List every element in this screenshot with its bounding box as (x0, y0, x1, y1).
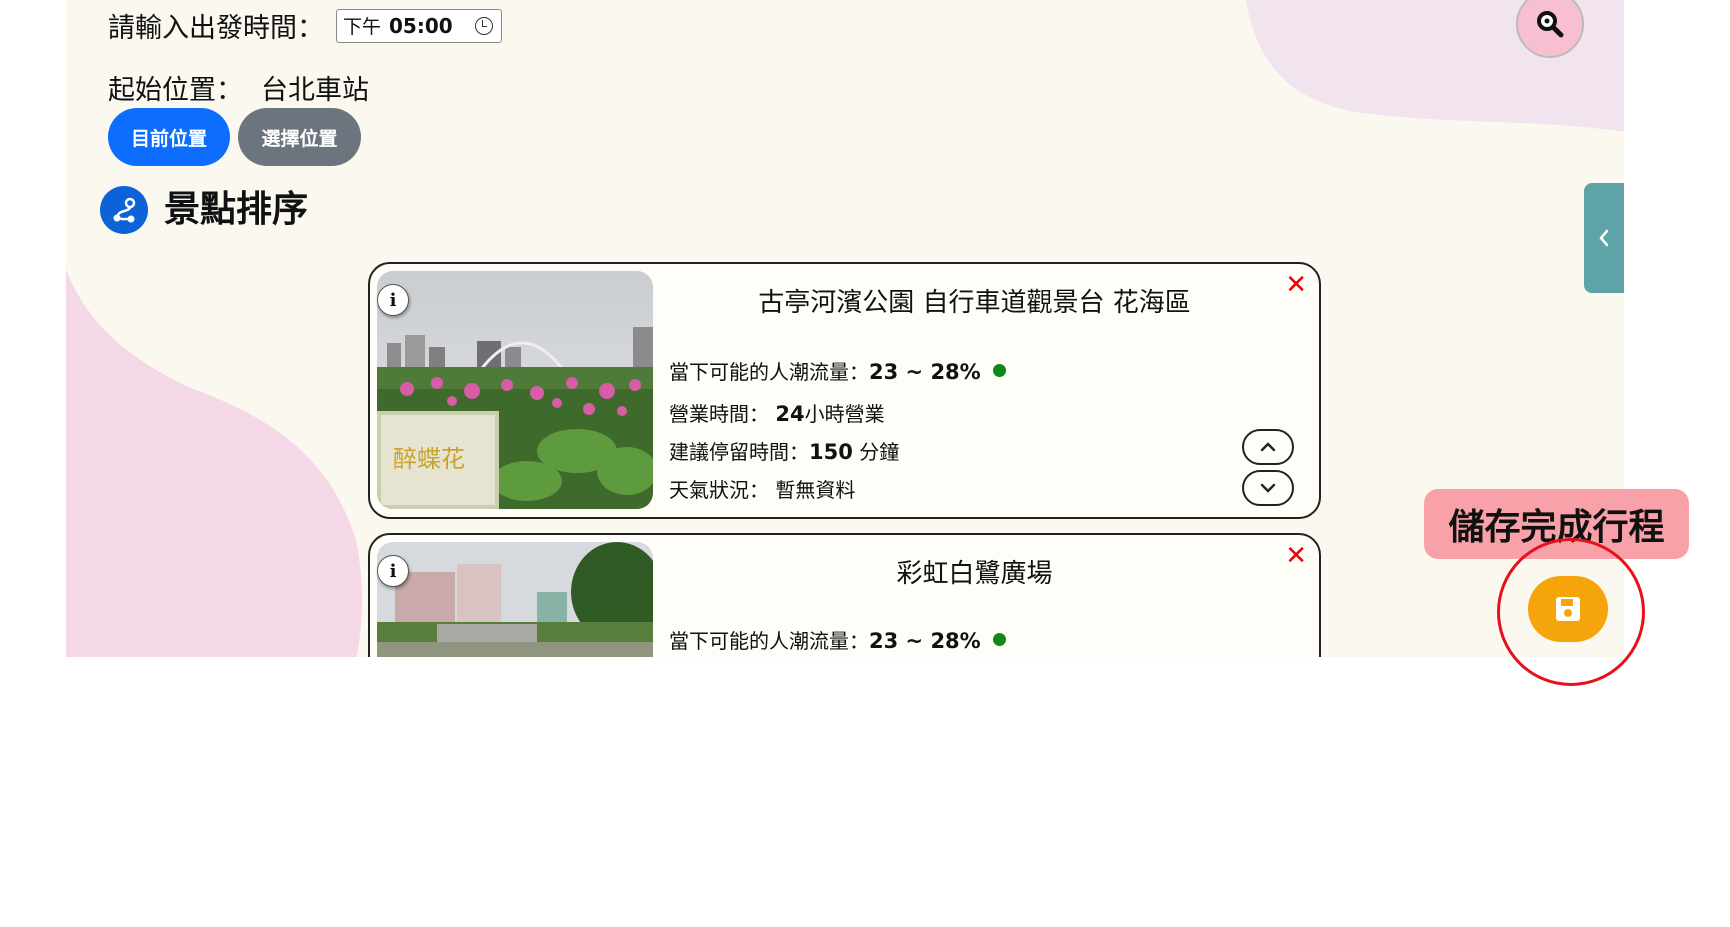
floppy-disk-icon (1556, 597, 1580, 621)
crowd-status-dot (992, 633, 1006, 646)
chevron-down-icon (1260, 483, 1276, 493)
attraction-card[interactable]: 醉蝶花 i 古亭河濱公園 自行車道觀景台 花海區 ✕ 當下可能的人潮流量：23 … (368, 262, 1321, 519)
crowd-line: 當下可能的人潮流量：23 ~ 28% (669, 356, 1006, 385)
stay-line: 建議停留時間：150 分鐘 (669, 436, 899, 465)
crowd-value: 23 ~ 28% (869, 360, 981, 384)
stay-value: 150 (809, 440, 853, 464)
close-icon[interactable]: ✕ (1285, 541, 1307, 571)
stay-label: 建議停留時間： (669, 440, 809, 464)
departure-time-label: 請輸入出發時間： (108, 13, 324, 44)
hours-label: 營業時間： (669, 402, 769, 426)
crowd-line: 當下可能的人潮流量：23 ~ 28% (669, 625, 1006, 654)
departure-time-row: 請輸入出發時間： 下午 05:00 (108, 6, 502, 45)
stay-unit: 分鐘 (859, 440, 900, 464)
hours-line: 營業時間： 24小時營業 (669, 398, 885, 427)
info-icon[interactable]: i (377, 555, 409, 587)
move-down-button[interactable] (1242, 470, 1294, 506)
clock-icon[interactable] (475, 16, 493, 35)
time-value: 05:00 (389, 13, 453, 38)
hours-unit: 小時營業 (804, 402, 885, 426)
departure-time-input[interactable]: 下午 05:00 (336, 8, 502, 43)
info-icon[interactable]: i (377, 284, 409, 316)
close-icon[interactable]: ✕ (1285, 270, 1307, 300)
current-location-button[interactable]: 目前位置 (108, 108, 230, 166)
crowd-label: 當下可能的人潮流量： (669, 360, 869, 384)
section-title: 景點排序 (164, 189, 309, 230)
start-location-value: 台北車站 (261, 75, 369, 106)
chevron-left-icon (1599, 229, 1609, 247)
background-blob-left (66, 270, 363, 657)
weather-label: 天氣狀況： (669, 478, 769, 502)
photo-sign-text: 醉蝶花 (393, 445, 465, 473)
attraction-title: 彩虹白鷺廣場 (896, 559, 1053, 589)
weather-line: 天氣狀況： 暫無資料 (669, 474, 855, 503)
crowd-label: 當下可能的人潮流量： (669, 629, 869, 653)
weather-value: 暫無資料 (775, 478, 856, 502)
save-itinerary-button[interactable] (1528, 576, 1608, 642)
hours-number: 24 (775, 402, 805, 426)
attraction-card[interactable]: i 彩虹白鷺廣場 ✕ 當下可能的人潮流量：23 ~ 28% (368, 533, 1321, 657)
collapse-panel-tab[interactable] (1584, 183, 1624, 293)
chevron-up-icon (1260, 442, 1276, 452)
search-icon (1537, 11, 1564, 38)
select-location-button[interactable]: 選擇位置 (238, 108, 361, 166)
attraction-photo: 醉蝶花 (377, 271, 653, 509)
start-location-row: 起始位置： 台北車站 (108, 68, 369, 107)
time-ampm: 下午 (343, 16, 382, 38)
crowd-status-dot (992, 364, 1006, 377)
app-viewport: 請輸入出發時間： 下午 05:00 起始位置： 台北車站 目前位置 選擇位置 景點… (66, 0, 1624, 657)
move-up-button[interactable] (1242, 429, 1294, 465)
attraction-photo (377, 542, 653, 657)
attraction-title: 古亭河濱公園 自行車道觀景台 花海區 (758, 288, 1191, 318)
start-location-label: 起始位置： (108, 75, 243, 106)
route-icon (100, 186, 148, 234)
crowd-value: 23 ~ 28% (869, 629, 981, 653)
